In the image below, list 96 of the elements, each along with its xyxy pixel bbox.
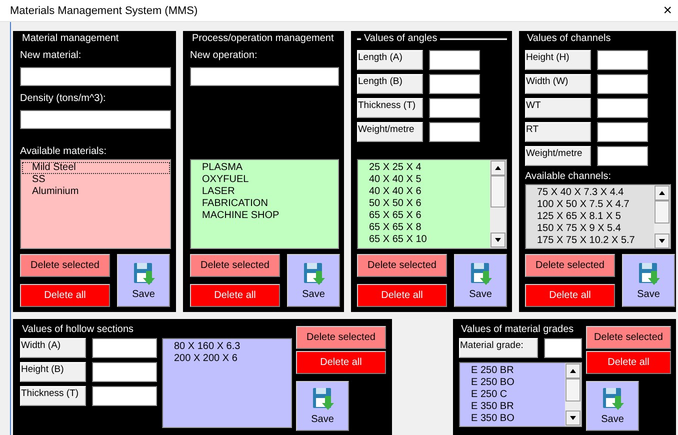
delete-selected-button[interactable]: Delete selected xyxy=(190,254,280,277)
list-box[interactable]: PLASMA OXYFUEL LASER FABRICATION MACHINE SHOP xyxy=(190,159,339,249)
list-item[interactable]: E 350 BR xyxy=(467,401,565,413)
input-field[interactable] xyxy=(597,98,648,118)
input-field[interactable] xyxy=(92,386,157,406)
field-label: Width (W) xyxy=(525,74,591,94)
save-button[interactable]: Save xyxy=(117,254,170,307)
list-box[interactable]: 80 X 160 X 6.3 200 X 200 X 6 xyxy=(162,338,292,428)
list-item[interactable]: E 250 C xyxy=(467,389,565,401)
list-box[interactable]: 75 X 40 X 7.3 X 4.4 100 X 50 X 7.5 X 4.7 125 X 65 X 8.1 X 5 150 X 75 X 9 X 5.4 175 X 75 X 10.2 X 5.7 xyxy=(525,184,671,249)
delete-all-button[interactable]: Delete all xyxy=(296,351,386,374)
list-item[interactable]: 175 X 75 X 10.2 X 5.7 xyxy=(533,234,654,247)
field-label: Length (A) xyxy=(357,50,423,70)
panel-title: Values of angles xyxy=(364,32,438,46)
list-item[interactable]: 200 X 200 X 6 xyxy=(170,353,291,365)
input-field[interactable] xyxy=(597,146,648,166)
input-field[interactable] xyxy=(597,74,648,94)
scrollbar[interactable] xyxy=(565,363,581,426)
list-box[interactable]: Mild Steel SS Aluminium xyxy=(20,159,171,249)
list-item[interactable]: PLASMA xyxy=(198,162,338,174)
input-field[interactable] xyxy=(429,50,480,70)
list-box[interactable]: E 250 BR E 250 BO E 250 C E 350 BR E 350 BO xyxy=(459,362,582,427)
list-item[interactable]: Aluminium xyxy=(28,186,170,198)
delete-all-button[interactable]: Delete all xyxy=(525,284,615,307)
list-label: Available materials: xyxy=(20,145,108,159)
delete-selected-button[interactable]: Delete selected xyxy=(525,254,615,277)
field-label: New operation: xyxy=(190,49,258,63)
list-item[interactable]: 40 X 40 X 5 xyxy=(365,174,490,186)
field-label: Width (A) xyxy=(20,338,86,358)
input-field[interactable] xyxy=(597,122,648,142)
scrollbar[interactable] xyxy=(654,184,670,248)
list-item[interactable]: Mild Steel xyxy=(22,162,170,174)
field-label: Density (tons/m^3): xyxy=(20,92,107,106)
list-item[interactable]: E 250 BO xyxy=(467,377,565,389)
delete-all-button[interactable]: Delete all xyxy=(586,351,671,374)
save-button[interactable]: Save xyxy=(287,254,340,307)
list-item[interactable]: 125 X 65 X 8.1 X 5 xyxy=(533,210,654,223)
delete-all-button[interactable]: Delete all xyxy=(357,284,447,307)
field-label: Thickness (T) xyxy=(357,98,423,118)
panel-title: Values of hollow sections xyxy=(21,323,135,337)
field-label: Weight/metre xyxy=(525,146,591,166)
save-button[interactable]: Save xyxy=(586,381,639,431)
list-item[interactable]: E 250 BR xyxy=(467,365,565,377)
list-item[interactable]: 50 X 50 X 6 xyxy=(365,198,490,210)
input-field[interactable] xyxy=(429,74,480,94)
input-field[interactable] xyxy=(190,67,339,86)
field-label: Height (B) xyxy=(20,362,86,382)
field-label: Material grade: xyxy=(459,338,538,358)
list-item[interactable]: 100 X 50 X 7.5 X 4.7 xyxy=(533,198,654,211)
save-button[interactable]: Save xyxy=(622,254,675,307)
field-label: Weight/metre xyxy=(357,122,423,142)
list-item[interactable]: E 350 BO xyxy=(467,413,565,425)
input-field[interactable] xyxy=(92,338,157,358)
field-label: WT xyxy=(525,98,591,118)
panel-title: Values of material grades xyxy=(460,323,575,337)
list-box[interactable]: 25 X 25 X 4 40 X 40 X 5 40 X 40 X 6 50 X 50 X 6 65 X 65 X 6 65 X 65 X 8 65 X 65 X 10 xyxy=(357,159,507,249)
list-item[interactable]: 65 X 65 X 10 xyxy=(365,234,490,246)
panel-title: Process/operation management xyxy=(191,32,335,46)
list-item[interactable]: 40 X 40 X 6 xyxy=(365,186,490,198)
delete-selected-button[interactable]: Delete selected xyxy=(357,254,447,277)
list-item[interactable]: 25 X 25 X 4 xyxy=(365,162,490,174)
input-field[interactable] xyxy=(92,362,157,382)
field-label: Thickness (T) xyxy=(20,386,86,406)
delete-all-button[interactable]: Delete all xyxy=(190,284,280,307)
list-item[interactable]: 80 X 160 X 6.3 xyxy=(170,341,291,353)
input-field[interactable] xyxy=(429,98,480,118)
list-item[interactable]: SS xyxy=(28,174,170,186)
panel-title: Values of channels xyxy=(526,32,612,46)
list-item[interactable]: OXYFUEL xyxy=(198,174,338,186)
input-field[interactable] xyxy=(429,122,480,142)
list-item[interactable]: FABRICATION xyxy=(198,198,338,210)
save-button[interactable]: Save xyxy=(296,381,349,431)
list-item[interactable]: 75 X 40 X 7.3 X 4.4 xyxy=(533,186,654,199)
list-item[interactable]: 65 X 65 X 8 xyxy=(365,222,490,234)
list-item[interactable]: MACHINE SHOP xyxy=(198,210,338,222)
list-item[interactable]: 150 X 75 X 9 X 5.4 xyxy=(533,222,654,235)
scrollbar[interactable] xyxy=(490,160,506,248)
delete-selected-button[interactable]: Delete selected xyxy=(586,326,671,349)
list-item[interactable]: 65 X 65 X 6 xyxy=(365,210,490,222)
input-field[interactable] xyxy=(597,50,648,70)
close-button[interactable]: × xyxy=(663,3,672,18)
window-title: Materials Management System (MMS) xyxy=(10,4,198,16)
input-field[interactable] xyxy=(20,110,171,129)
delete-all-button[interactable]: Delete all xyxy=(20,284,110,307)
panel-title: Material management xyxy=(21,32,120,46)
save-button[interactable]: Save xyxy=(454,254,507,307)
input-field[interactable] xyxy=(544,338,582,358)
input-field[interactable] xyxy=(20,67,171,86)
field-label: New material: xyxy=(20,49,82,63)
delete-selected-button[interactable]: Delete selected xyxy=(296,326,386,349)
field-label: Height (H) xyxy=(525,50,591,70)
list-item[interactable]: LASER xyxy=(198,186,338,198)
field-label: RT xyxy=(525,122,591,142)
list-label: Available channels: xyxy=(525,170,612,184)
delete-selected-button[interactable]: Delete selected xyxy=(20,254,110,277)
field-label: Length (B) xyxy=(357,74,423,94)
